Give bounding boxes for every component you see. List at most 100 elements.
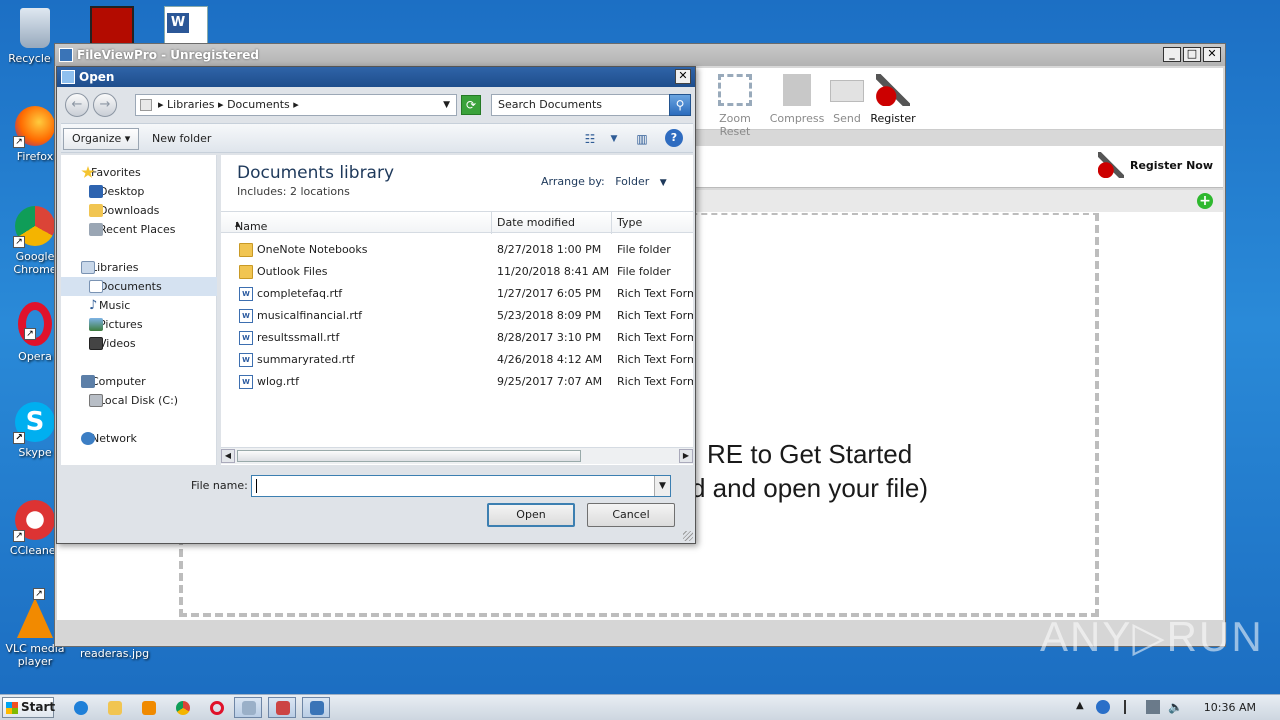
nav-libraries[interactable]: Libraries — [61, 258, 217, 277]
scroll-thumb[interactable] — [237, 450, 581, 462]
col-type[interactable]: Type — [617, 216, 642, 229]
sort-ascending-icon: ▲ — [235, 220, 241, 228]
taskbar-explorer[interactable] — [100, 697, 128, 718]
nav-desktop[interactable]: Desktop — [61, 182, 217, 201]
back-button[interactable]: ← — [65, 93, 89, 117]
nav-label: Libraries — [91, 261, 139, 274]
file-type: Rich Text Format — [617, 353, 693, 366]
address-dropdown-icon[interactable]: ▼ — [443, 95, 450, 115]
view-dropdown-icon[interactable]: ▼ — [605, 130, 623, 148]
arrange-by[interactable]: Arrange by: Folder ▼ — [541, 175, 667, 188]
nav-network[interactable]: Network — [61, 429, 217, 448]
top-icon-word-doc[interactable]: W — [164, 6, 208, 46]
file-row[interactable]: Wwlog.rtf 9/25/2017 7:07 AM Rich Text Form… — [221, 371, 693, 393]
view-options-icon[interactable]: ☷ — [581, 130, 599, 148]
add-tab-icon[interactable]: + — [1197, 193, 1213, 209]
firefox-icon: ↗ — [13, 106, 55, 148]
resize-grip[interactable] — [683, 531, 693, 541]
taskbar-chrome[interactable] — [168, 697, 196, 718]
dialog-titlebar[interactable]: Open ✕ — [57, 67, 695, 87]
nav-favorites[interactable]: Favorites — [61, 163, 217, 182]
close-button[interactable]: ✕ — [1203, 47, 1221, 62]
scroll-left-icon[interactable]: ◀ — [221, 449, 235, 463]
file-name-input[interactable]: ▼ — [251, 475, 671, 497]
desktop-icon — [89, 185, 103, 198]
search-icon[interactable]: ⚲ — [669, 94, 691, 116]
music-icon: ♪ — [89, 298, 98, 313]
drive-icon — [89, 394, 103, 407]
new-folder-label: New folder — [152, 132, 212, 145]
file-pane: Documents library Includes: 2 locations … — [221, 155, 693, 465]
refresh-button[interactable]: ⟳ — [461, 95, 481, 115]
breadcrumb-libraries[interactable]: Libraries — [167, 98, 215, 111]
open-button[interactable]: Open — [487, 503, 575, 527]
show-hidden-icons-icon[interactable]: ▲ — [1076, 700, 1090, 714]
file-row[interactable]: Wcompletefaq.rtf 1/27/2017 6:05 PM Rich Te… — [221, 283, 693, 305]
maximize-button[interactable]: □ — [1183, 47, 1201, 62]
file-date-modified: 8/27/2018 1:00 PM — [497, 243, 602, 256]
network-icon — [81, 432, 95, 445]
nav-music[interactable]: ♪ Music — [61, 296, 217, 315]
file-name: summaryrated.rtf — [257, 353, 355, 366]
dialog-close-button[interactable]: ✕ — [675, 69, 691, 84]
breadcrumb-documents[interactable]: Documents — [227, 98, 290, 111]
taskbar-fileviewpro[interactable] — [302, 697, 330, 718]
volume-icon[interactable]: 🔈 — [1168, 700, 1183, 714]
folder-row[interactable]: OneNote Notebooks 8/27/2018 1:00 PM File f… — [221, 239, 693, 261]
taskbar-opera[interactable] — [202, 697, 230, 718]
open-dialog: Open ✕ ← → ▸ Libraries ▸ Documents ▸ ▼ ⟳… — [56, 66, 696, 544]
anyrun-watermark: ANY▷RUN — [1040, 613, 1264, 660]
scroll-right-icon[interactable]: ▶ — [679, 449, 693, 463]
windows-flag-icon — [6, 702, 18, 714]
app-titlebar[interactable]: FileViewPro - Unregistered _ □ ✕ — [55, 44, 1225, 66]
start-button[interactable]: Start — [2, 697, 56, 718]
taskbar-app-1[interactable] — [234, 697, 262, 718]
file-type: Rich Text Format — [617, 309, 693, 322]
nav-recent-places[interactable]: Recent Places — [61, 220, 217, 239]
forward-button[interactable]: → — [93, 93, 117, 117]
nav-local-disk[interactable]: Local Disk (C:) — [61, 391, 217, 410]
program-icon — [242, 701, 256, 715]
register-now-button[interactable]: Register Now — [1097, 152, 1213, 178]
arrange-dropdown-icon: ▼ — [659, 178, 667, 188]
file-date-modified: 11/20/2018 8:41 AM — [497, 265, 610, 278]
action-center-flag-icon[interactable] — [1124, 700, 1138, 714]
file-row[interactable]: Wmusicalfinancial.rtf 5/23/2018 8:09 PM Ri… — [221, 305, 693, 327]
nav-computer[interactable]: Computer — [61, 372, 217, 391]
minimize-button[interactable]: _ — [1163, 47, 1181, 62]
nav-pictures[interactable]: Pictures — [61, 315, 217, 334]
register-button[interactable]: Register — [861, 74, 925, 125]
col-date[interactable]: Date modified — [497, 216, 575, 229]
zoom-reset-button[interactable]: Zoom Reset — [703, 74, 767, 138]
nav-videos[interactable]: Videos — [61, 334, 217, 353]
file-row[interactable]: Wresultssmall.rtf 8/28/2017 3:10 PM Rich T… — [221, 327, 693, 349]
network-status-icon[interactable] — [1146, 700, 1160, 714]
start-label: Start — [21, 700, 56, 714]
desktop-file-label[interactable]: readeras.jpg — [80, 647, 149, 660]
taskbar-media-player[interactable] — [134, 697, 162, 718]
clock[interactable]: 10:36 AM — [1204, 701, 1256, 714]
taskbar-ie[interactable] — [66, 697, 94, 718]
media-player-icon — [142, 701, 156, 715]
preview-pane-icon[interactable]: ▥ — [633, 130, 651, 148]
file-name-dropdown-icon[interactable]: ▼ — [654, 476, 670, 496]
dialog-title: Open — [79, 70, 115, 84]
tray-app-icon[interactable] — [1096, 700, 1110, 714]
nav-documents[interactable]: Documents — [61, 277, 217, 296]
new-folder-button[interactable]: New folder — [143, 128, 220, 150]
text-caret — [256, 479, 257, 493]
nav-label: Favorites — [91, 166, 141, 179]
cancel-button[interactable]: Cancel — [587, 503, 675, 527]
top-icon-acrobat[interactable] — [90, 6, 134, 46]
system-tray: ▲ 🔈 10:36 AM — [1070, 695, 1280, 720]
folder-row[interactable]: Outlook Files 11/20/2018 8:41 AM File fold… — [221, 261, 693, 283]
horizontal-scrollbar[interactable]: ◀ ▶ — [221, 447, 693, 464]
help-icon[interactable]: ? — [665, 129, 683, 147]
taskbar-app-2[interactable] — [268, 697, 296, 718]
search-input[interactable]: Search Documents ⚲ — [491, 94, 691, 116]
organize-button[interactable]: Organize ▾ — [63, 128, 140, 150]
address-bar[interactable]: ▸ Libraries ▸ Documents ▸ ▼ — [135, 94, 457, 116]
file-row[interactable]: Wsummaryrated.rtf 4/26/2018 4:12 AM Rich T… — [221, 349, 693, 371]
opera-icon — [210, 701, 224, 715]
nav-downloads[interactable]: Downloads — [61, 201, 217, 220]
